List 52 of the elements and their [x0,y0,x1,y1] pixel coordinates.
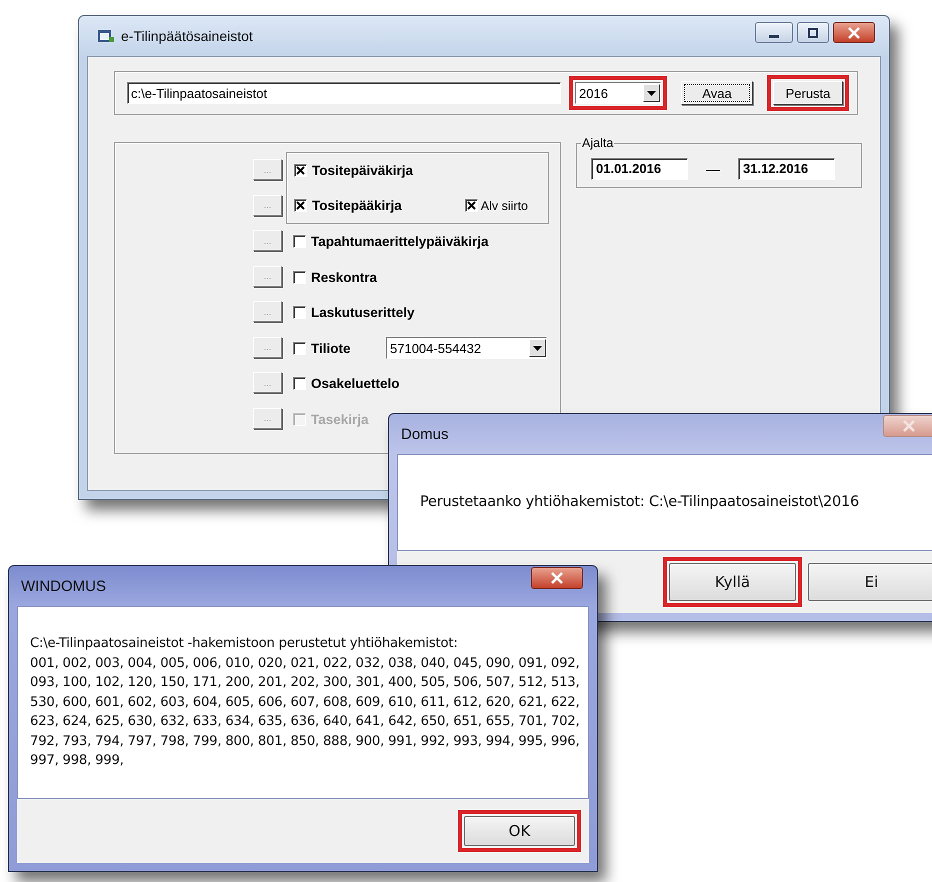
app-icon [97,28,115,44]
close-button[interactable] [531,567,583,589]
checkbox[interactable] [293,235,306,248]
maximize-button[interactable] [797,22,829,43]
checkbox-label: Alv siirto [480,198,528,212]
message-line: C:\e-Tilinpaatosaineistot -hakemistoon perustetut yhtiöhakemistot: [30,635,459,654]
checkbox-label: Laskutuserittely [311,305,415,320]
year-dropdown[interactable]: 2016 [575,82,661,104]
close-icon [550,572,564,584]
dialog-button[interactable]: OK [464,816,575,846]
checkbox[interactable] [464,199,478,212]
checkbox-label: Tasekirja [311,412,369,427]
message-line: 997, 998, 999, [30,752,125,770]
close-button[interactable] [833,22,875,43]
dialog-button[interactable]: Kyllä [669,563,796,601]
message-line: 530, 600, 601, 602, 603, 604, 605, 606, 607, 608, 609, 610, 611, 612, 620, 621, 622, [30,694,580,712]
path-field[interactable]: c:\e-Tilinpaatosaineistot [127,82,561,104]
message-line: 623, 624, 625, 630, 632, 633, 634, 635, 636, 640, 641, 642, 650, 651, 655, 701, 702, [30,713,580,732]
checkbox-label: Tapahtumaerittelypäiväkirja [311,234,489,250]
checkbox-label: Reskontra [311,270,378,285]
checkbox[interactable] [293,342,306,355]
checkbox-label: Tositepäiväkirja [312,163,414,178]
action-button[interactable]: Perusta [773,81,843,105]
message-line: Perustetaanko yhtiöhakemistot: C:\e-Tilinpaatosaineistot\2016 [420,492,860,512]
date-field[interactable]: 31.12.2016 [738,158,835,180]
checkbox[interactable] [294,164,307,177]
caret-icon [533,346,542,351]
minimize-icon [769,34,779,38]
window-title: WINDOMUS [21,578,106,594]
window-title: e-Tilinpäätösaineistot [121,28,253,44]
minimize-button[interactable] [755,22,793,43]
checkbox-label: Tiliote [311,340,351,356]
checkbox[interactable] [293,270,306,284]
group-label: Ajalta [581,136,614,150]
dialog-button[interactable]: Ei [808,563,932,601]
window-title: Domus [401,426,449,442]
caret-icon [647,90,656,96]
checkbox[interactable] [293,377,306,390]
checkbox[interactable] [293,306,306,320]
close-icon [847,26,861,38]
message-line: 001, 002, 003, 004, 005, 006, 010, 020, 021, 022, 032, 038, 040, 045, 090, 091, 092, [30,654,580,673]
date-separator: — [705,160,721,176]
action-button[interactable]: Avaa [681,81,753,105]
message-line: 792, 793, 794, 797, 798, 799, 800, 801, 850, 888, 900, 991, 992, 993, 994, 995, 996, [30,732,580,751]
checkbox-label: Osakeluettelo [311,376,400,392]
maximize-icon [807,28,819,38]
date-field[interactable]: 01.01.2016 [591,158,688,180]
message-line: 093, 100, 102, 120, 150, 171, 200, 201, 202, 300, 301, 400, 505, 506, 507, 512, 513, [30,674,580,692]
close-icon [902,420,916,432]
account-dropdown[interactable]: 571004-554432 [386,337,547,360]
checkbox[interactable] [294,199,307,212]
checkbox-label: Tositepääkirja [312,198,402,213]
